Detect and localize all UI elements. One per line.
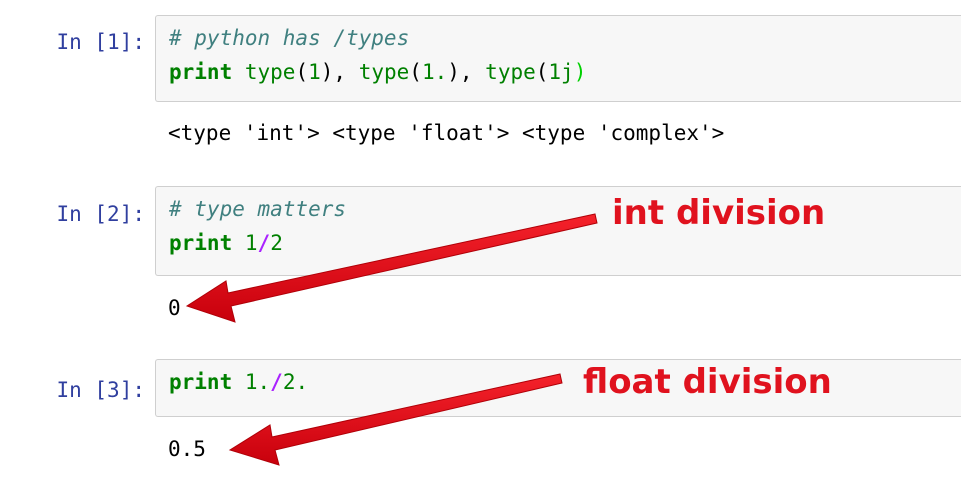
float-division-label: float division bbox=[583, 362, 832, 402]
float-division-arrow-icon bbox=[228, 373, 563, 466]
int-division-arrow-icon bbox=[185, 213, 598, 323]
int-division-label: int division bbox=[612, 193, 826, 233]
annotation-arrows bbox=[185, 213, 598, 466]
